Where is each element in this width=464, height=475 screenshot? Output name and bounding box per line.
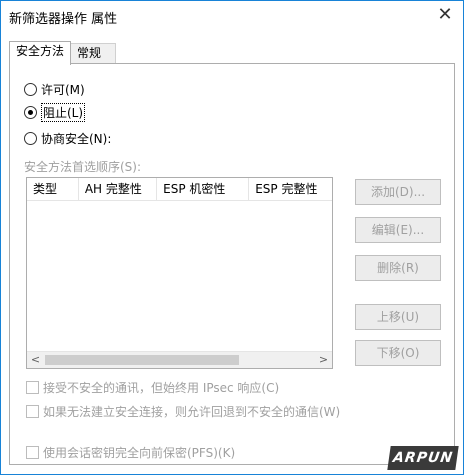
add-button[interactable]: 添加(D)... — [355, 179, 441, 205]
method-order-label: 安全方法首选顺序(S): — [24, 160, 142, 174]
pfs-checkbox[interactable] — [26, 445, 39, 459]
column-type[interactable]: 类型 — [27, 178, 79, 201]
remove-button[interactable]: 删除(R) — [355, 255, 441, 281]
accept-unsecured-checkbox[interactable] — [26, 380, 39, 394]
block-label: 阻止(L) — [41, 102, 86, 122]
permit-label: 许可(M) — [41, 82, 85, 97]
permit-radio[interactable] — [24, 82, 37, 96]
accept-unsecured-row[interactable]: 接受不安全的通讯，但始终用 IPsec 响应(C) — [26, 378, 279, 396]
allow-fallback-checkbox[interactable] — [26, 404, 39, 418]
pfs-label: 使用会话密钥完全向前保密(PFS)(K) — [43, 445, 236, 460]
list-header: 类型 AH 完整性 ESP 机密性 ESP 完整性 — [27, 178, 332, 201]
column-ah-integrity[interactable]: AH 完整性 — [79, 178, 158, 201]
block-radio-row[interactable]: 阻止(L) — [24, 102, 86, 122]
tab-general[interactable]: 常规 — [70, 43, 116, 64]
window-title: 新筛选器操作 属性 — [9, 12, 118, 27]
title-bar: 新筛选器操作 属性 ✕ — [1, 1, 463, 31]
close-icon[interactable]: ✕ — [433, 4, 457, 28]
column-esp-integrity[interactable]: ESP 完整性 — [249, 178, 332, 201]
watermark-logo: ARPUN — [387, 446, 459, 470]
security-methods-panel: 许可(M) 阻止(L) 协商安全(N): 安全方法首选顺序(S): 类型 AH … — [9, 63, 455, 465]
pfs-row[interactable]: 使用会话密钥完全向前保密(PFS)(K) — [26, 443, 235, 461]
tab-label: 安全方法 — [16, 44, 65, 58]
accept-unsecured-label: 接受不安全的通讯，但始终用 IPsec 响应(C) — [43, 380, 280, 395]
scrollbar-thumb[interactable] — [45, 355, 239, 365]
move-up-button[interactable]: 上移(U) — [355, 304, 441, 330]
allow-fallback-label: 如果无法建立安全连接，则允许回退到不安全的通信(W) — [43, 404, 341, 419]
tab-security-methods[interactable]: 安全方法 — [9, 41, 71, 65]
edit-button[interactable]: 编辑(E)... — [355, 217, 441, 243]
horizontal-scrollbar[interactable]: < > — [27, 351, 332, 368]
properties-dialog: 新筛选器操作 属性 ✕ 安全方法 常规 许可(M) 阻止(L) 协商安全(N):… — [0, 0, 464, 475]
tab-label: 常规 — [77, 46, 102, 60]
block-radio[interactable] — [24, 105, 37, 119]
security-methods-list[interactable]: 类型 AH 完整性 ESP 机密性 ESP 完整性 < > — [26, 177, 333, 369]
negotiate-label: 协商安全(N): — [41, 131, 112, 146]
negotiate-radio[interactable] — [24, 131, 37, 145]
scroll-left-icon[interactable]: < — [27, 352, 44, 368]
permit-radio-row[interactable]: 许可(M) — [24, 80, 85, 98]
scroll-right-icon[interactable]: > — [315, 352, 332, 368]
column-esp-confidentiality[interactable]: ESP 机密性 — [157, 178, 250, 201]
allow-fallback-row[interactable]: 如果无法建立安全连接，则允许回退到不安全的通信(W) — [26, 402, 340, 420]
move-down-button[interactable]: 下移(O) — [355, 340, 441, 366]
negotiate-radio-row[interactable]: 协商安全(N): — [24, 129, 111, 147]
